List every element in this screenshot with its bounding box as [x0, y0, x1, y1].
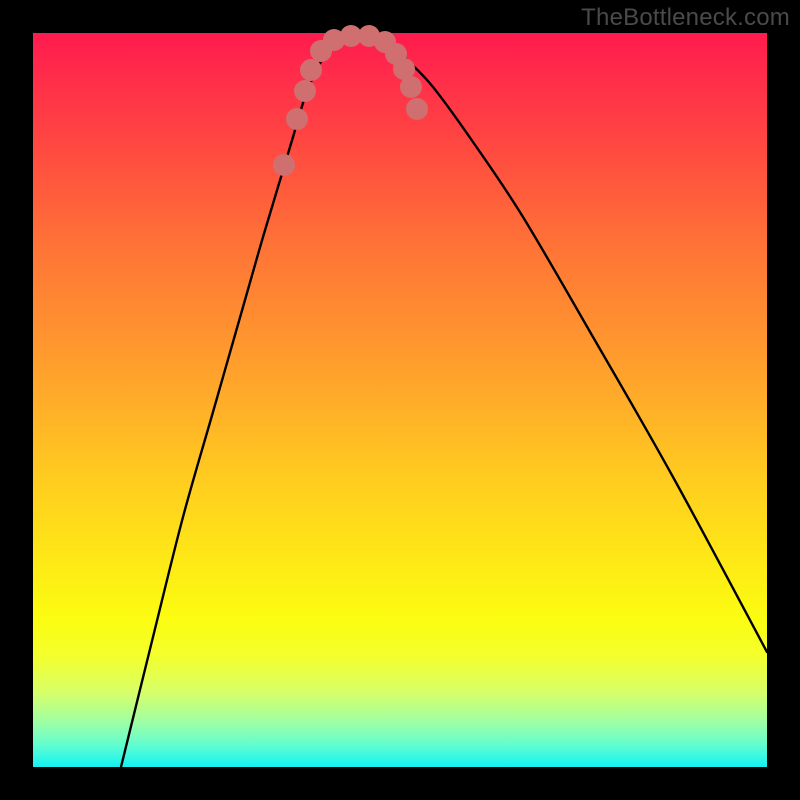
highlight-dots — [273, 25, 428, 176]
highlight-dot — [300, 59, 322, 81]
chart-frame: TheBottleneck.com — [0, 0, 800, 800]
highlight-dot — [406, 98, 428, 120]
plot-area — [33, 33, 767, 767]
bottleneck-curve — [121, 34, 767, 767]
highlight-dot — [286, 108, 308, 130]
curve-svg — [33, 33, 767, 767]
watermark-text: TheBottleneck.com — [581, 4, 790, 32]
highlight-dot — [273, 154, 295, 176]
highlight-dot — [294, 80, 316, 102]
highlight-dot — [400, 76, 422, 98]
